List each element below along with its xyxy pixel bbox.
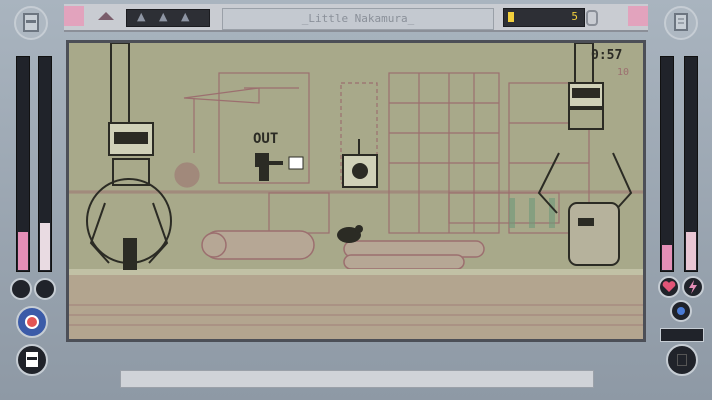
left-slot-2[interactable]: [34, 278, 56, 300]
top-bar-left-cap: [64, 6, 84, 26]
level-marker-3: ▲: [181, 10, 190, 23]
level-indicator: ▲ ▲ ▲: [126, 9, 210, 27]
ground: [69, 269, 643, 339]
bottom-bar: [120, 370, 594, 388]
left-slot-1[interactable]: [10, 278, 32, 300]
coin-counter: 5: [503, 8, 585, 27]
hanging-sign: [342, 139, 378, 188]
game-scene: OUT 0:57 10: [69, 43, 643, 339]
right-meter-b-fill: [686, 232, 696, 270]
heart-icon[interactable]: [658, 276, 680, 298]
level-marker-1: ▲: [137, 10, 146, 23]
target-icon[interactable]: [16, 306, 48, 338]
right-meter-a: [660, 56, 674, 272]
document-icon[interactable]: [664, 6, 698, 40]
level-marker-2: ▲: [159, 10, 168, 23]
left-meter-b-fill: [40, 223, 50, 270]
game-screen[interactable]: OUT 0:57 10: [66, 40, 646, 342]
left-meter-a: [16, 56, 30, 272]
top-bar-right-cap: [628, 6, 648, 26]
left-meter-a-fill: [18, 232, 28, 270]
up-arrow-icon: [98, 12, 114, 20]
out-text: OUT: [253, 131, 278, 147]
timer-text: 0:57: [591, 48, 622, 63]
slot-strip: [660, 328, 704, 342]
left-claw: [86, 43, 172, 270]
left-panel: [6, 38, 62, 376]
right-panel: [652, 38, 708, 376]
left-meter-b: [38, 56, 52, 272]
score-text: 10: [617, 67, 629, 78]
ninja-face-icon[interactable]: [14, 6, 48, 40]
player-character: [255, 153, 304, 181]
small-gem-icon[interactable]: [670, 300, 692, 322]
right-meter-a-fill: [662, 245, 672, 270]
coin-icon: [508, 12, 514, 22]
ninja-portrait-icon[interactable]: [16, 344, 48, 376]
right-meter-b: [684, 56, 698, 272]
lightning-icon[interactable]: [682, 276, 704, 298]
dark-orb-icon[interactable]: [666, 344, 698, 376]
key-icon: [586, 10, 598, 26]
coin-count: 5: [571, 10, 578, 23]
device-frame: ▲ ▲ ▲ _Little Nakamura_ 5 OUT 0:57 10: [0, 0, 712, 400]
game-title: _Little Nakamura_: [222, 8, 494, 30]
